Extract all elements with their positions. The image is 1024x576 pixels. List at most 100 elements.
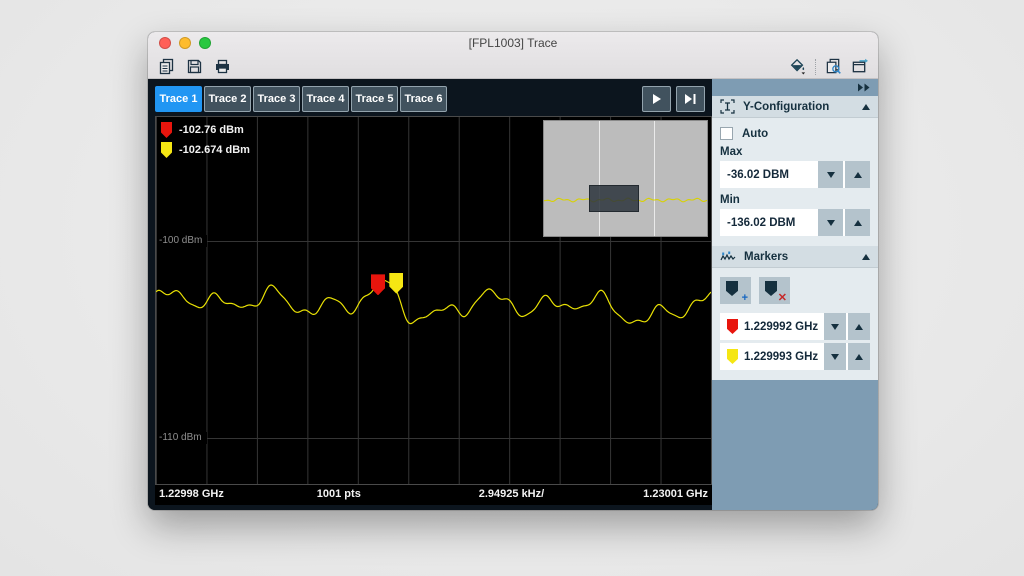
print-icon[interactable] bbox=[214, 58, 231, 75]
arrow-up-icon bbox=[854, 172, 862, 178]
marker-readout-legend: -102.76 dBm -102.674 dBm bbox=[161, 122, 250, 158]
close-button[interactable] bbox=[159, 37, 171, 49]
x-icon: ✕ bbox=[778, 292, 787, 304]
y-configuration-title: Y-Configuration bbox=[743, 101, 829, 113]
markers-title: Markers bbox=[744, 251, 788, 263]
overview-minimap[interactable] bbox=[543, 120, 708, 237]
traffic-lights bbox=[159, 37, 211, 49]
sweep-points: 1001 pts bbox=[317, 488, 361, 500]
arrow-up-icon bbox=[855, 324, 863, 330]
x-axis-per-div: 2.94925 kHz/ bbox=[479, 488, 544, 500]
arrow-up-icon bbox=[855, 354, 863, 360]
tab-trace-1[interactable]: Trace 1 bbox=[155, 86, 202, 112]
marker-m1-icon bbox=[161, 122, 172, 138]
new-window-icon[interactable] bbox=[851, 58, 868, 75]
trace-tab-bar: Trace 1 Trace 2 Trace 3 Trace 4 Trace 5 … bbox=[155, 86, 705, 112]
minimap-trace bbox=[544, 121, 707, 236]
toolbar-separator bbox=[815, 59, 816, 75]
main-content: Trace 1 Trace 2 Trace 3 Trace 4 Trace 5 … bbox=[148, 79, 878, 510]
copy-screen-icon[interactable] bbox=[825, 58, 842, 75]
marker2-decrement-button[interactable] bbox=[824, 343, 846, 370]
collapse-panel-icon[interactable] bbox=[857, 83, 871, 92]
add-marker-button[interactable]: + bbox=[720, 277, 751, 304]
auto-checkbox[interactable] bbox=[720, 127, 733, 140]
marker2-frequency-value: 1.229993 GHz bbox=[744, 351, 818, 363]
tab-trace-2[interactable]: Trace 2 bbox=[204, 86, 251, 112]
tab-trace-5[interactable]: Trace 5 bbox=[351, 86, 398, 112]
marker-m2-icon bbox=[727, 349, 738, 364]
app-window: [FPL1003] Trace bbox=[148, 32, 878, 510]
markers-section-icon bbox=[720, 250, 736, 264]
window-title: [FPL1003] Trace bbox=[148, 32, 878, 55]
collapse-section-icon[interactable] bbox=[862, 104, 870, 110]
marker-m1-icon bbox=[727, 319, 738, 334]
delete-marker-button[interactable]: ✕ bbox=[759, 277, 790, 304]
single-sweep-button[interactable] bbox=[642, 86, 671, 112]
arrow-down-icon bbox=[831, 354, 839, 360]
sweep-controls bbox=[642, 86, 705, 112]
toolbar-right bbox=[789, 58, 868, 75]
arrow-down-icon bbox=[827, 220, 835, 226]
marker2-frequency-input[interactable]: 1.229993 GHz bbox=[720, 343, 822, 370]
min-decrement-button[interactable] bbox=[818, 209, 843, 236]
x-axis-bar: 1.22998 GHz 1001 pts 2.94925 kHz/ 1.2300… bbox=[155, 485, 712, 505]
continuous-sweep-button[interactable] bbox=[676, 86, 705, 112]
save-icon[interactable] bbox=[186, 58, 203, 75]
marker-buttons: + ✕ bbox=[720, 277, 870, 304]
marker-readout-m1: -102.76 dBm bbox=[161, 122, 250, 138]
y-config-icon bbox=[720, 99, 735, 114]
min-input[interactable]: -136.02 DBM bbox=[720, 209, 816, 236]
marker-flag-icon bbox=[726, 281, 738, 296]
arrow-up-icon bbox=[854, 220, 862, 226]
copy-icon[interactable] bbox=[158, 58, 175, 75]
max-label: Max bbox=[720, 146, 870, 158]
x-axis-start: 1.22998 GHz bbox=[159, 488, 224, 500]
auto-label: Auto bbox=[742, 128, 768, 140]
markers-header[interactable]: Markers bbox=[712, 246, 878, 268]
y-configuration-body: Auto Max -36.02 DBM Min -136.02 DBM bbox=[712, 118, 878, 246]
marker2-increment-button[interactable] bbox=[848, 343, 870, 370]
trace-view: Trace 1 Trace 2 Trace 3 Trace 4 Trace 5 … bbox=[148, 79, 712, 510]
spectrum-plot: -100 dBm -110 dBm -102.76 dBm bbox=[155, 116, 712, 485]
zoom-button[interactable] bbox=[199, 37, 211, 49]
max-decrement-button[interactable] bbox=[818, 161, 843, 188]
auto-row: Auto bbox=[720, 127, 870, 140]
marker-m1-value: -102.76 dBm bbox=[179, 124, 244, 136]
window-chrome: [FPL1003] Trace bbox=[148, 32, 878, 79]
marker1-increment-button[interactable] bbox=[848, 313, 870, 340]
tab-trace-6[interactable]: Trace 6 bbox=[400, 86, 447, 112]
min-input-row: -136.02 DBM bbox=[720, 209, 870, 236]
config-panel: Y-Configuration Auto Max -36.02 DBM Min bbox=[712, 79, 878, 510]
max-input-row: -36.02 DBM bbox=[720, 161, 870, 188]
minimap-zoom-region[interactable] bbox=[589, 185, 639, 212]
markers-body: + ✕ 1.229992 GHz bbox=[712, 268, 878, 380]
max-increment-button[interactable] bbox=[845, 161, 870, 188]
desktop: [FPL1003] Trace bbox=[0, 0, 1024, 576]
minimize-button[interactable] bbox=[179, 37, 191, 49]
plus-icon: + bbox=[742, 292, 748, 304]
x-axis-stop: 1.23001 GHz bbox=[643, 488, 708, 500]
arrow-down-icon bbox=[831, 324, 839, 330]
marker1-decrement-button[interactable] bbox=[824, 313, 846, 340]
panel-collapse-strip bbox=[712, 79, 878, 96]
max-input[interactable]: -36.02 DBM bbox=[720, 161, 816, 188]
marker1-row: 1.229992 GHz bbox=[720, 313, 870, 340]
tab-trace-3[interactable]: Trace 3 bbox=[253, 86, 300, 112]
marker-readout-m2: -102.674 dBm bbox=[161, 142, 250, 158]
marker2-row: 1.229993 GHz bbox=[720, 343, 870, 370]
min-label: Min bbox=[720, 194, 870, 206]
collapse-section-icon[interactable] bbox=[862, 254, 870, 260]
min-increment-button[interactable] bbox=[845, 209, 870, 236]
marker-flag-icon bbox=[765, 281, 777, 296]
fill-color-icon[interactable] bbox=[789, 58, 806, 75]
toolbar bbox=[148, 55, 878, 78]
marker-m2-icon bbox=[161, 142, 172, 158]
marker-m2-value: -102.674 dBm bbox=[179, 144, 250, 156]
tab-trace-4[interactable]: Trace 4 bbox=[302, 86, 349, 112]
marker1-frequency-input[interactable]: 1.229992 GHz bbox=[720, 313, 822, 340]
marker1-frequency-value: 1.229992 GHz bbox=[744, 321, 818, 333]
arrow-down-icon bbox=[827, 172, 835, 178]
titlebar[interactable]: [FPL1003] Trace bbox=[148, 32, 878, 55]
y-configuration-header[interactable]: Y-Configuration bbox=[712, 96, 878, 118]
panel-filler bbox=[712, 380, 878, 510]
